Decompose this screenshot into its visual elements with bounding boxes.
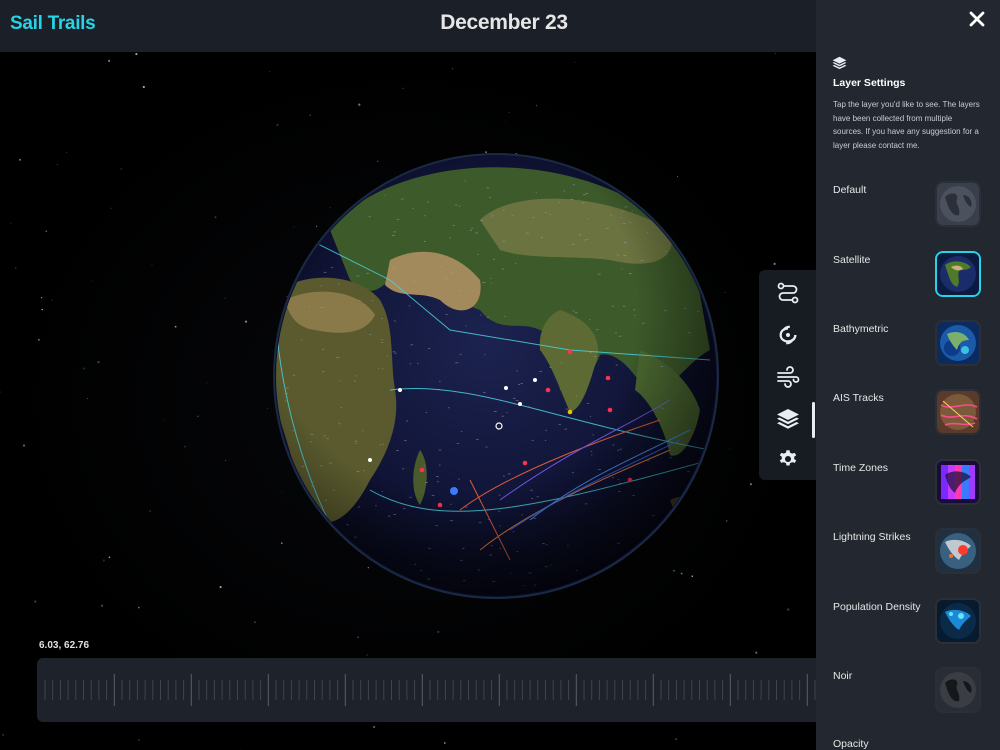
- opacity-label: Opacity: [833, 738, 869, 750]
- lightning-strikes-layer-thumbnail: [935, 528, 981, 574]
- gear-icon: [779, 450, 796, 466]
- layer-label: Noir: [833, 670, 853, 682]
- globe[interactable]: [270, 150, 722, 602]
- tool-strip: [759, 270, 816, 480]
- noir-layer-thumbnail: [935, 667, 981, 713]
- layers-icon: [832, 56, 847, 70]
- timeline-ticks: [44, 674, 816, 706]
- layer-option-ais-tracks[interactable]: AIS Tracks: [816, 389, 1000, 457]
- hurricane-icon: [779, 325, 796, 345]
- hurricane-button[interactable]: [759, 314, 816, 356]
- layer-option-lightning-strikes[interactable]: Lightning Strikes: [816, 528, 1000, 596]
- bathymetric-layer-thumbnail: [935, 320, 981, 366]
- satellite-layer-thumbnail: [935, 251, 981, 297]
- layer-label: Population Density: [833, 601, 921, 613]
- population-density-layer-thumbnail: [935, 598, 981, 644]
- layers-button[interactable]: [759, 398, 816, 440]
- layer-label: Bathymetric: [833, 323, 889, 335]
- layer-label: Satellite: [833, 254, 871, 266]
- time-zones-layer-thumbnail: [935, 459, 981, 505]
- layers-icon: [776, 409, 799, 429]
- layer-option-population-density[interactable]: Population Density: [816, 598, 1000, 666]
- close-icon[interactable]: [966, 8, 988, 30]
- layer-label: Time Zones: [833, 462, 889, 474]
- settings-button[interactable]: [759, 438, 816, 480]
- routes-button[interactable]: [759, 272, 816, 314]
- layer-label: AIS Tracks: [833, 392, 884, 404]
- timeline-scrubber[interactable]: [37, 658, 816, 722]
- layer-option-satellite[interactable]: Satellite: [816, 251, 1000, 319]
- route-icon: [777, 282, 798, 304]
- layer-option-default[interactable]: Default: [816, 181, 1000, 249]
- panel-description: Tap the layer you'd like to see. The lay…: [833, 100, 980, 150]
- globe-view[interactable]: [0, 52, 816, 750]
- layer-option-time-zones[interactable]: Time Zones: [816, 459, 1000, 527]
- layer-option-noir[interactable]: Noir: [816, 667, 1000, 735]
- wind-button[interactable]: [759, 356, 816, 398]
- layer-option-bathymetric[interactable]: Bathymetric: [816, 320, 1000, 388]
- default-layer-thumbnail: [935, 181, 981, 227]
- layer-label: Default: [833, 184, 867, 196]
- wind-icon: [776, 366, 799, 388]
- panel-title: Layer Settings: [833, 77, 906, 89]
- layer-label: Lightning Strikes: [833, 531, 911, 543]
- ais-tracks-layer-thumbnail: [935, 389, 981, 435]
- coordinates-readout: 6.03, 62.76: [39, 640, 90, 651]
